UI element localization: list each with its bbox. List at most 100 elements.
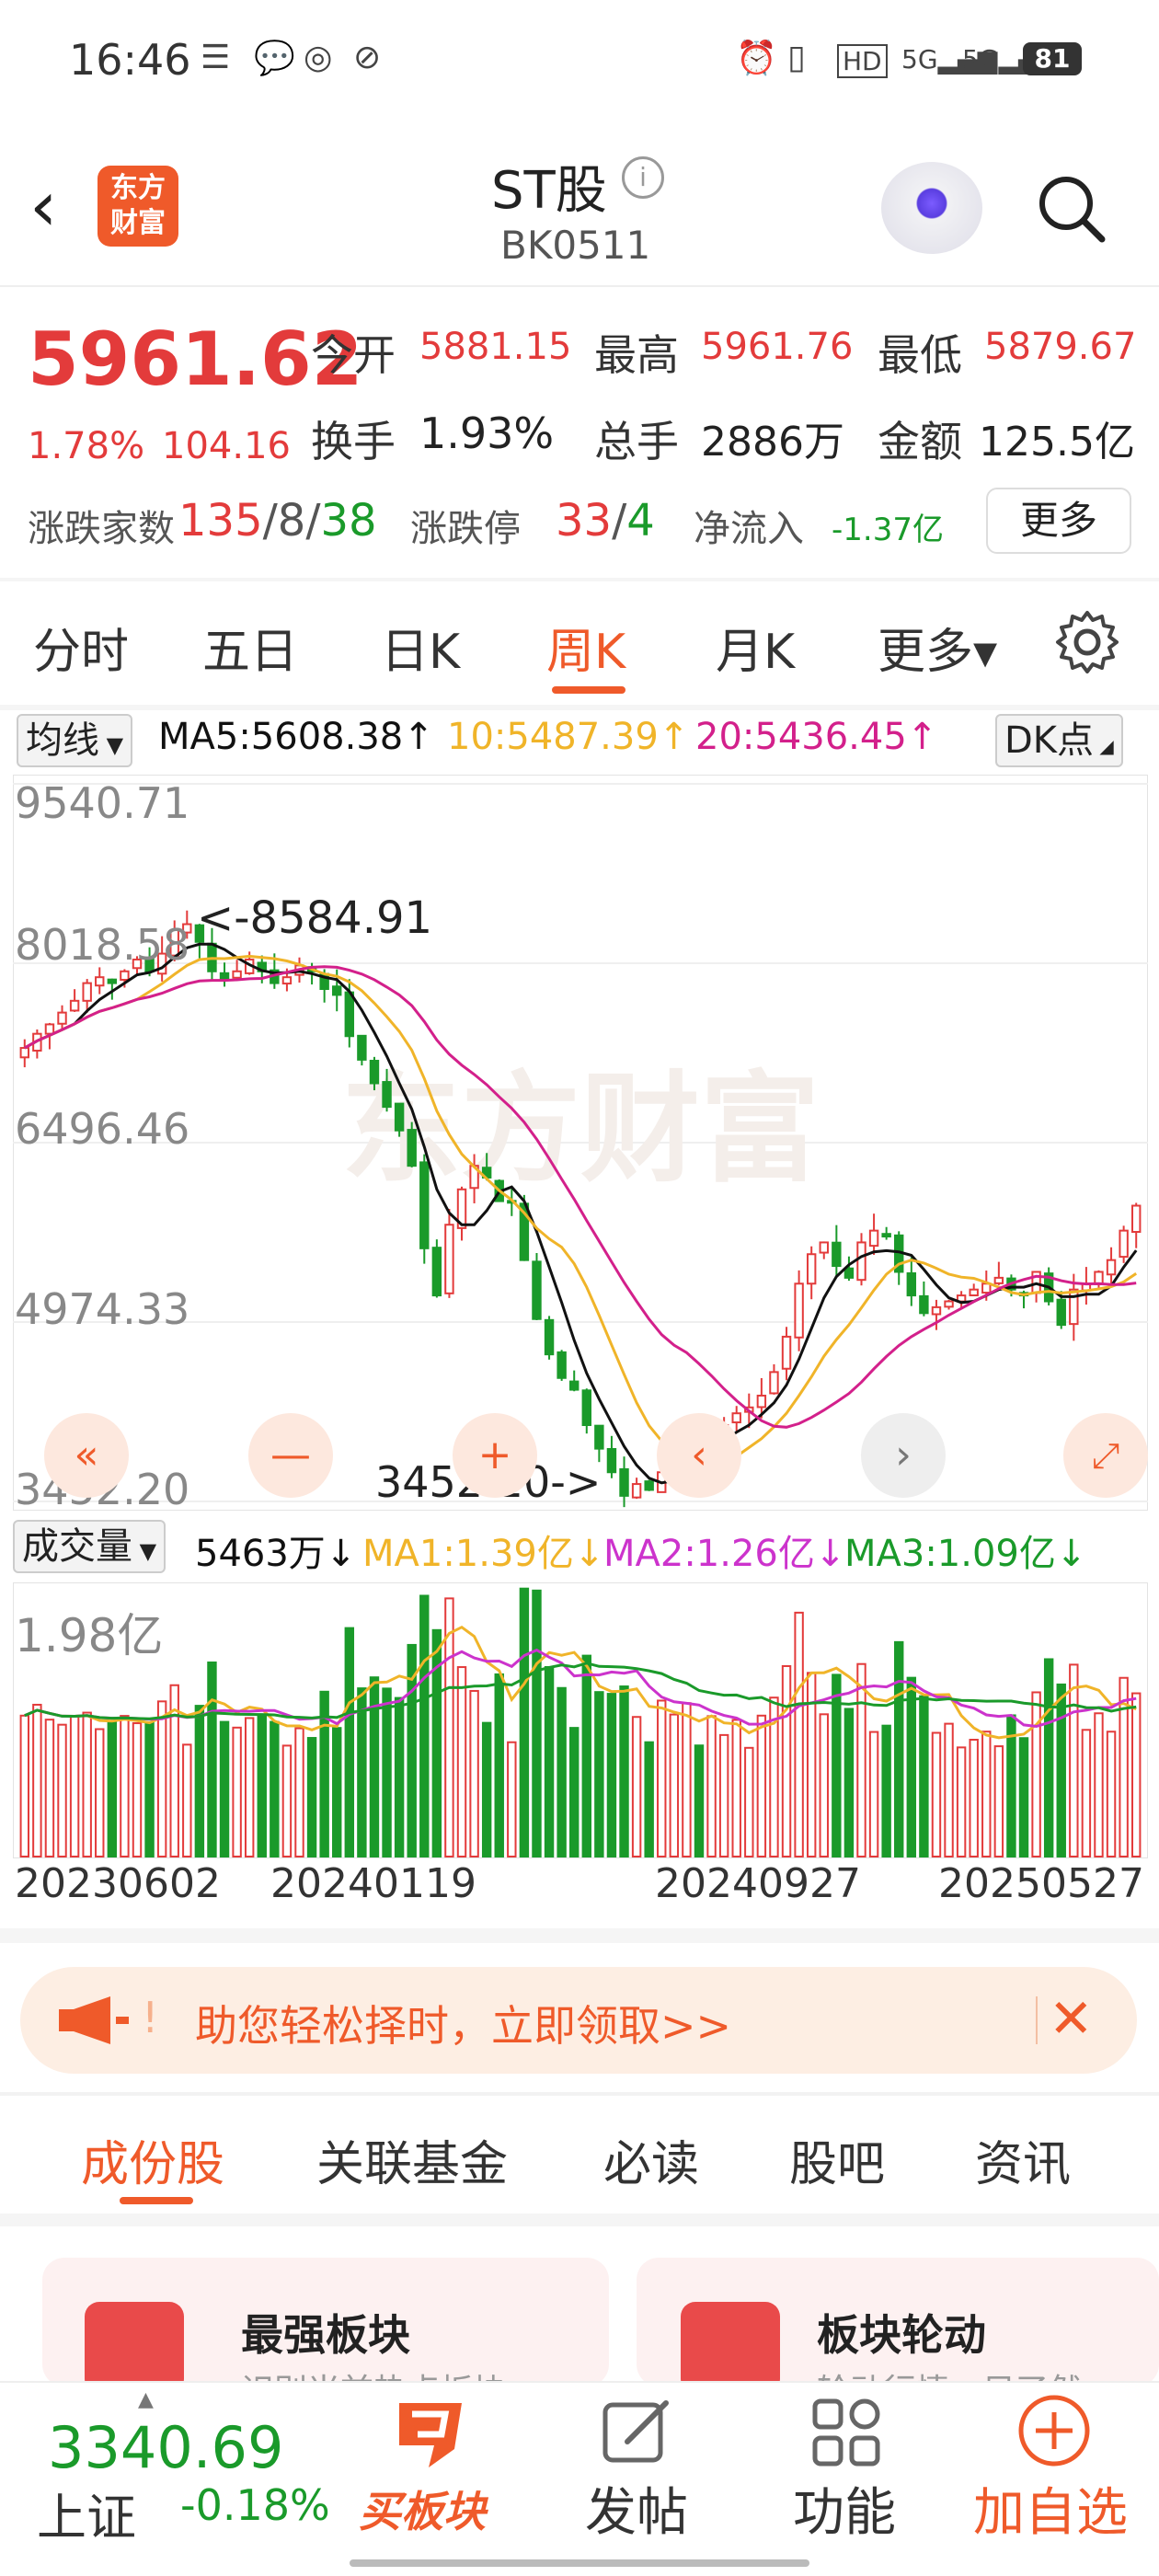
- candle-up: [281, 976, 293, 985]
- fast-back-icon[interactable]: «: [44, 1413, 129, 1498]
- high-label: 最高: [594, 330, 679, 380]
- buy-sector-icon[interactable]: [381, 2394, 473, 2477]
- search-icon[interactable]: [1036, 173, 1106, 243]
- index-name[interactable]: 上证: [37, 2477, 136, 2549]
- clock: 16:46: [69, 35, 191, 85]
- tab-intraday[interactable]: 分时: [33, 613, 129, 682]
- back-icon[interactable]: ‹: [29, 171, 57, 241]
- volume-bar-up: [993, 1745, 1004, 1857]
- add-watchlist-icon[interactable]: [1016, 2392, 1093, 2469]
- volume-bar-up: [19, 1714, 29, 1857]
- volume-bar-down: [594, 1691, 604, 1858]
- tab-monthly-k[interactable]: 月K: [716, 613, 795, 682]
- board-code: BK0511: [500, 223, 651, 268]
- candle-up: [1106, 1259, 1117, 1276]
- add-watchlist-label[interactable]: 加自选: [973, 2471, 1128, 2546]
- tab-must-read[interactable]: 必读: [603, 2125, 699, 2194]
- card-sector-rotation[interactable]: 板块轮动 轮动行情一目了然: [637, 2258, 1159, 2386]
- up-count: 135: [178, 495, 263, 546]
- grid-function-icon[interactable]: [809, 2396, 883, 2469]
- flat-count: 8: [277, 495, 306, 546]
- chevron-down-icon: ▼: [132, 1538, 157, 1564]
- zoom-out-icon[interactable]: —: [248, 1413, 333, 1498]
- volume-chart[interactable]: [13, 1582, 1148, 1858]
- volume-bar-up: [132, 1722, 143, 1857]
- limit-down-count: 4: [626, 495, 655, 546]
- volume-indicator-select[interactable]: 成交量 ▼: [13, 1520, 166, 1573]
- candle-down: [332, 985, 342, 996]
- volume-bar-down: [557, 1686, 567, 1858]
- candle-up: [69, 999, 80, 1012]
- divider: [0, 285, 1159, 287]
- netflow-value: -1.37亿: [832, 512, 944, 548]
- high-marker: <-8584.91: [197, 892, 433, 944]
- card-strongest-sector[interactable]: 最强板块 识别当前热点板块: [42, 2258, 609, 2386]
- tab-weekly-k[interactable]: 周K: [546, 613, 625, 682]
- volume-bar-down: [394, 1696, 405, 1857]
- info-icon[interactable]: i: [622, 156, 664, 199]
- alarm-icon: ⏰: [736, 40, 777, 77]
- tab-daily-k[interactable]: 日K: [381, 613, 460, 682]
- volume-bar-down: [1018, 1737, 1029, 1857]
- volume-bar-down: [1043, 1658, 1054, 1857]
- divider: [0, 705, 1159, 710]
- volume-bar-up: [969, 1738, 979, 1857]
- gear-icon[interactable]: [1052, 607, 1122, 677]
- volume-bar-up: [944, 1722, 954, 1857]
- scroll-left-icon[interactable]: ‹: [657, 1413, 741, 1498]
- chart-calendar-icon: [85, 2302, 184, 2386]
- netflow-label: 净流入: [694, 508, 804, 550]
- tab-news[interactable]: 资讯: [975, 2125, 1071, 2194]
- y-axis-label: 9540.71: [15, 778, 190, 828]
- edit-post-icon[interactable]: [600, 2396, 673, 2469]
- volume-bar-down: [194, 1705, 205, 1857]
- close-icon[interactable]: ✕: [1049, 1987, 1094, 2050]
- volume-bar-down: [569, 1727, 580, 1857]
- watermark: 东方财富: [341, 1059, 820, 1199]
- candle-up: [769, 1371, 779, 1395]
- index-change[interactable]: -0.18%: [180, 2480, 330, 2530]
- tab-forum[interactable]: 股吧: [789, 2125, 885, 2194]
- volume-bar-down: [519, 1587, 530, 1857]
- volume-bar-up: [32, 1703, 42, 1857]
- fullscreen-icon[interactable]: ⤢: [1063, 1413, 1148, 1498]
- volume-bar-up: [756, 1714, 767, 1857]
- high-value: 5961.76: [701, 326, 854, 368]
- index-value[interactable]: 3340.69: [48, 2414, 283, 2481]
- candle-down: [369, 1059, 380, 1085]
- candle-up: [931, 1305, 942, 1316]
- volume-bar-up: [706, 1715, 717, 1857]
- bottom-nav: 3340.69 ▲ 上证 -0.18% 买板块 发帖 功能 加自选: [0, 2381, 1159, 2576]
- function-label[interactable]: 功能: [793, 2471, 896, 2546]
- volume-bar-up: [718, 1733, 729, 1857]
- tab-related-funds[interactable]: 关联基金: [316, 2125, 508, 2194]
- app-logo[interactable]: 东方 财富: [98, 166, 178, 247]
- post-label[interactable]: 发帖: [585, 2471, 688, 2546]
- indicator-select[interactable]: 均线 ▼: [17, 714, 133, 767]
- volume-bar-down: [843, 1708, 855, 1857]
- buy-sector-label[interactable]: 买板块: [359, 2478, 486, 2539]
- zoom-in-icon[interactable]: +: [453, 1413, 537, 1498]
- ma10-label: 10:5487.39↑: [447, 716, 690, 758]
- volume-max-label: 1.98亿: [15, 1609, 164, 1662]
- dk-point-button[interactable]: DK点 ◢: [995, 714, 1123, 767]
- candle-down: [906, 1271, 917, 1297]
- more-button[interactable]: 更多: [986, 488, 1131, 554]
- promo-banner[interactable]: ! 助您轻松择时，立即领取>> ✕: [20, 1967, 1137, 2074]
- volume-ma1: MA1:1.39亿↓: [362, 1533, 605, 1575]
- candle-down: [832, 1241, 842, 1268]
- assistant-robot-icon[interactable]: [881, 162, 982, 254]
- volume-bar-up: [856, 1662, 866, 1858]
- tab-constituents[interactable]: 成份股: [81, 2125, 224, 2194]
- scroll-right-icon[interactable]: ›: [861, 1413, 946, 1498]
- candle-up: [1131, 1204, 1142, 1234]
- volume-bar-up: [794, 1611, 804, 1857]
- candle-down: [544, 1318, 555, 1356]
- tab-five-day[interactable]: 五日: [202, 613, 298, 682]
- y-axis-label: 8018.58: [15, 920, 190, 970]
- tab-more[interactable]: 更多▾: [878, 613, 997, 682]
- turnover-label: 换手: [311, 417, 396, 466]
- candle-down: [881, 1233, 891, 1238]
- volume-bar-down: [544, 1666, 555, 1857]
- limit-values: 33/4: [556, 495, 655, 546]
